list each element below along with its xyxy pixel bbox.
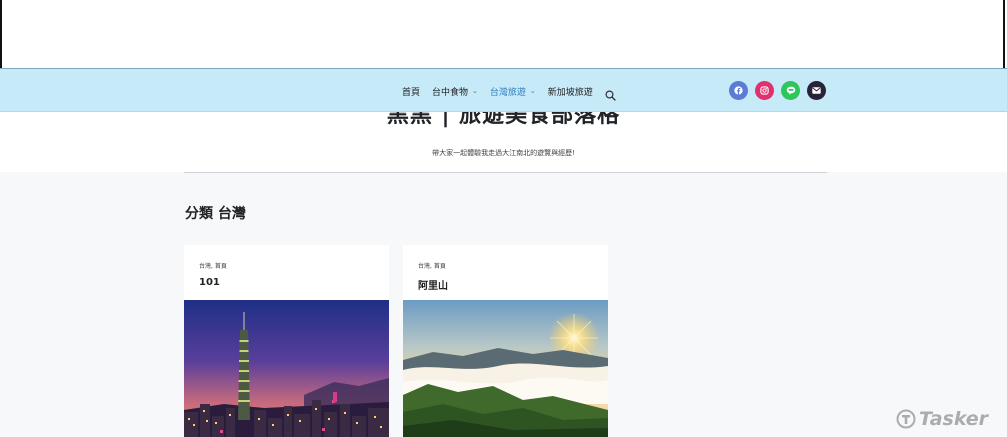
- tasker-logo-icon: [896, 409, 916, 429]
- post-categories[interactable]: 台灣, 首頁: [418, 261, 446, 270]
- watermark-text: Tasker: [919, 408, 989, 430]
- email-icon[interactable]: [807, 81, 826, 100]
- chevron-down-icon: ⌄: [529, 87, 536, 95]
- window-border-left: [0, 0, 2, 68]
- chevron-down-icon: ⌄: [472, 87, 478, 95]
- line-icon[interactable]: [781, 81, 800, 100]
- nav-item-label: 台灣旅遊: [489, 87, 526, 98]
- nav-item-label: 首頁: [402, 87, 421, 98]
- nav-item-singapore-travel[interactable]: 新加坡旅遊: [548, 85, 593, 98]
- social-links: [729, 81, 833, 100]
- post-categories[interactable]: 台灣, 首頁: [199, 261, 227, 270]
- post-title[interactable]: 101: [199, 277, 220, 288]
- post-card-alishan[interactable]: 台灣, 首頁 阿里山: [403, 245, 608, 437]
- top-blank-area: [0, 0, 1007, 68]
- nav-item-home[interactable]: 首頁: [402, 85, 420, 98]
- taipei-101-night-photo[interactable]: [184, 300, 389, 437]
- window-border-right: [1003, 0, 1005, 68]
- site-tagline: 帶大家一起體驗我走過大江南北的遊覽與經歷!: [432, 149, 575, 157]
- nav-menu: 首頁 台中食物 ⌄ 台灣旅遊 ⌄ 新加坡旅遊: [402, 69, 616, 113]
- instagram-icon[interactable]: [755, 81, 774, 100]
- nav-item-taichung-food[interactable]: 台中食物 ⌄: [432, 85, 478, 98]
- post-title[interactable]: 阿里山: [418, 277, 448, 292]
- alishan-sunrise-sea-of-clouds-photo[interactable]: [403, 300, 608, 437]
- post-card-101[interactable]: 台灣, 首頁 101: [184, 245, 389, 437]
- header-divider: [184, 172, 827, 173]
- nav-item-taiwan-travel[interactable]: 台灣旅遊 ⌄: [490, 85, 536, 98]
- category-title: 分類 台灣: [185, 206, 246, 222]
- facebook-icon[interactable]: [729, 81, 748, 100]
- nav-item-label: 台中食物: [432, 87, 469, 98]
- nav-item-label: 新加坡旅遊: [547, 87, 593, 98]
- search-icon[interactable]: [605, 86, 616, 101]
- main-nav: 首頁 台中食物 ⌄ 台灣旅遊 ⌄ 新加坡旅遊: [0, 68, 1007, 112]
- tasker-watermark: Tasker: [896, 408, 988, 430]
